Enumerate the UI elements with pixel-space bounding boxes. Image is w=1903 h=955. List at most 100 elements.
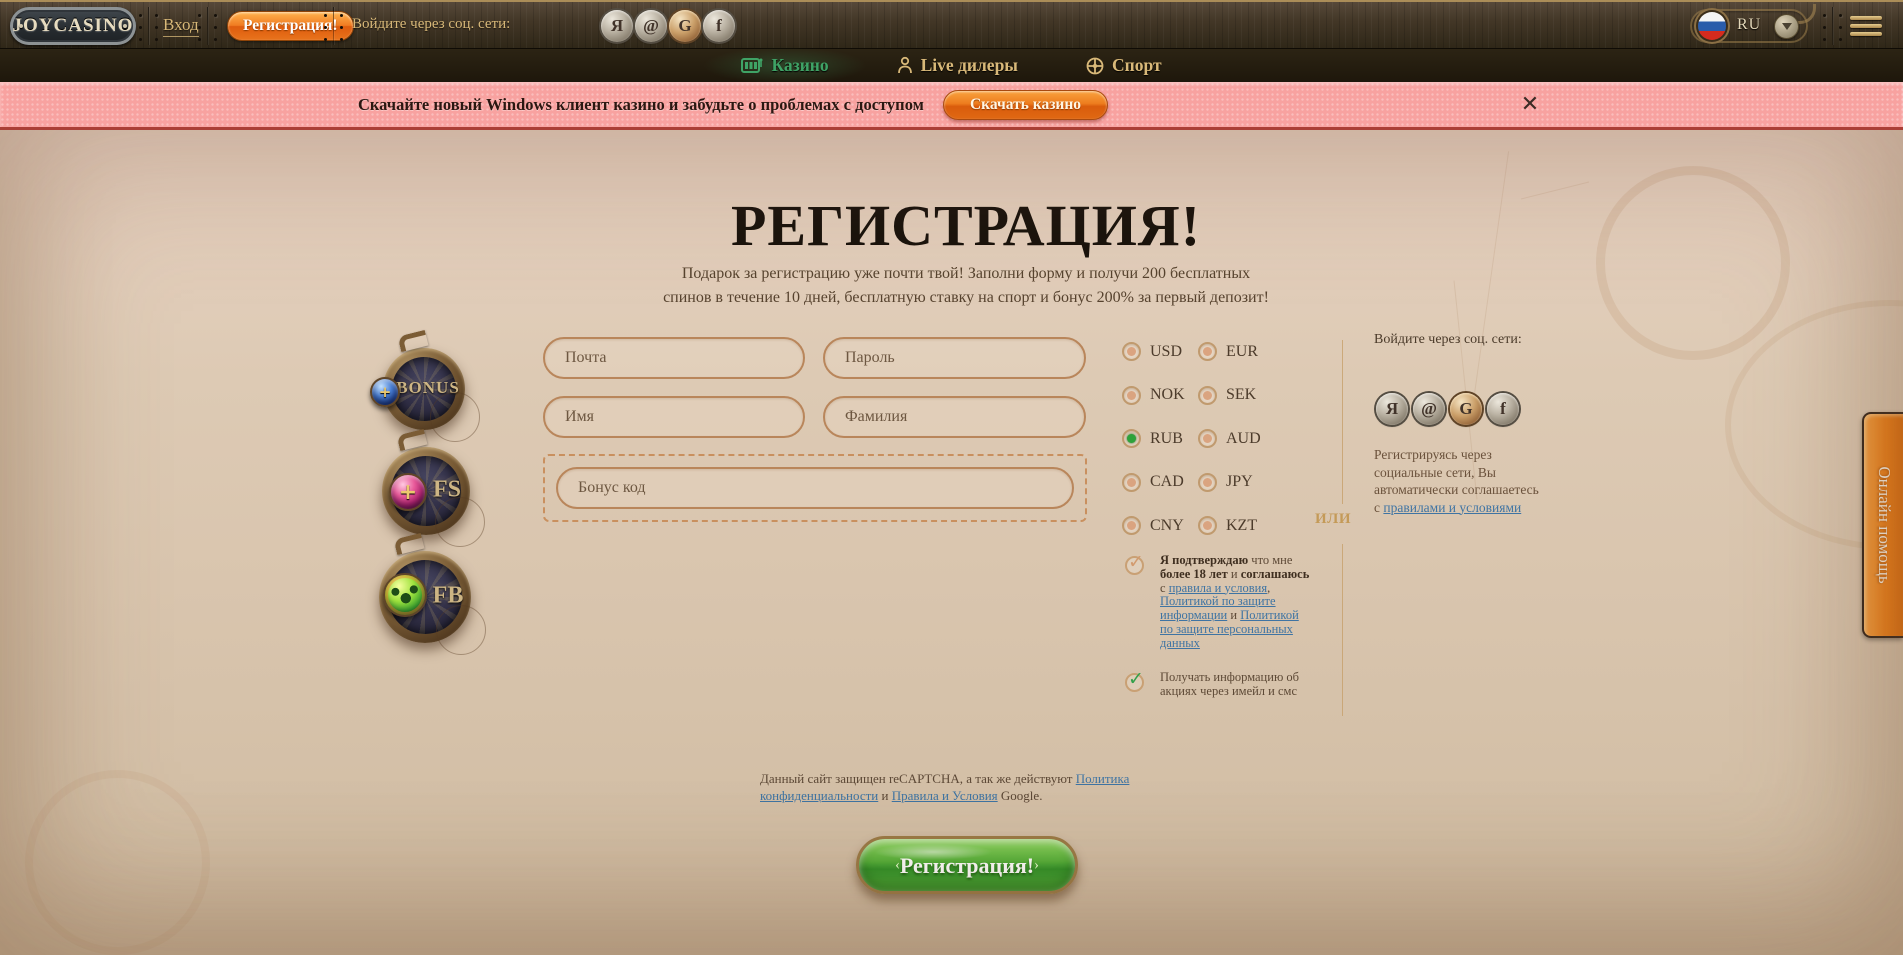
age-terms-text: Я подтверждаю что мне более 18 лет и сог… (1160, 554, 1310, 651)
currency-jpy[interactable]: JPY (1198, 473, 1282, 492)
radio-icon (1122, 342, 1141, 361)
subtitle: Подарок за регистрацию уже почти твой! З… (526, 262, 1406, 310)
sketch-line-decoration (1521, 182, 1589, 200)
joycasino-logo[interactable]: JOYCASINO (10, 7, 136, 45)
language-dropdown-arrow[interactable] (1774, 14, 1799, 39)
social-login-heading: Войдите через соц. сети: (1374, 331, 1524, 349)
radio-icon (1198, 473, 1217, 492)
logo-text: JOYCASINO (13, 15, 134, 37)
or-label: ИЛИ (1315, 511, 1351, 528)
language-code: RU (1737, 16, 1761, 34)
currency-kzt[interactable]: KZT (1198, 516, 1282, 535)
radio-icon (1122, 473, 1141, 492)
radio-icon (1198, 516, 1217, 535)
hamburger-menu-icon[interactable] (1850, 16, 1882, 40)
google-icon[interactable]: G (669, 10, 701, 42)
social-login-label: Войдите через соц. сети: (352, 16, 510, 33)
bonus-code-field[interactable] (556, 467, 1074, 509)
tab-live-dealers[interactable]: Live дилеры (887, 55, 1028, 76)
joycasino-registration-page: JOYCASINO Вход Регистрация! Войдите чере… (0, 0, 1903, 955)
radio-icon (1198, 429, 1217, 448)
topbar-divider (1832, 7, 1833, 45)
registration-section: РЕГИСТРАЦИЯ! Подарок за регистрацию уже … (0, 130, 1903, 955)
currency-eur[interactable]: EUR (1198, 342, 1282, 361)
password-field[interactable] (823, 337, 1086, 379)
radio-icon (1122, 516, 1141, 535)
age-terms-checkbox-row: ✓ Я подтверждаю что мне более 18 лет и с… (1120, 554, 1312, 651)
google-icon[interactable]: G (1450, 393, 1482, 425)
russian-flag-icon (1698, 12, 1726, 40)
facebook-icon[interactable]: f (703, 10, 735, 42)
radio-icon (1122, 386, 1141, 405)
bonus-badge: BONUS + (383, 348, 465, 430)
mail-ru-icon[interactable]: @ (635, 10, 667, 42)
brass-arm-decoration (397, 330, 428, 352)
coffee-stain-decoration (25, 770, 210, 955)
topbar-divider (207, 7, 208, 45)
brass-arm-decoration (393, 533, 424, 555)
last-name-field[interactable] (823, 396, 1086, 438)
coffee-stain-decoration (1596, 166, 1790, 360)
slot-machine-icon (741, 57, 763, 75)
social-login-buttons: Я @ G f (1376, 393, 1519, 425)
promo-optin-checkbox-row: ✓ Получать информацию об акциях через им… (1120, 671, 1312, 699)
yandex-icon[interactable]: Я (601, 10, 633, 42)
banner-text: Скачайте новый Windows клиент казино и з… (358, 82, 924, 127)
sketch-line-decoration (1472, 151, 1509, 409)
right-arrow-icon: › (1034, 839, 1039, 891)
topbar-divider (333, 7, 334, 45)
vertical-divider (1342, 340, 1343, 504)
main-nav: Казино Live дилеры Спорт (0, 48, 1903, 82)
close-icon[interactable]: ✕ (1516, 91, 1544, 119)
login-link[interactable]: Вход (163, 15, 199, 37)
online-help-tab[interactable]: Онлайн помощь (1862, 412, 1903, 638)
first-name-field[interactable] (543, 396, 805, 438)
vertical-divider (1342, 544, 1343, 716)
currency-aud[interactable]: AUD (1198, 429, 1282, 448)
download-client-banner: Скачайте новый Windows клиент казино и з… (0, 82, 1903, 130)
brass-arm-decoration (396, 429, 427, 451)
sport-wheel-icon (1086, 57, 1104, 75)
check-icon: ✓ (1128, 668, 1144, 690)
checkbox[interactable]: ✓ (1125, 673, 1144, 692)
terms-link[interactable]: правила и условия (1169, 581, 1267, 595)
social-terms-link[interactable]: правилами и условиями (1383, 500, 1521, 515)
currency-nok[interactable]: NOK (1122, 386, 1198, 405)
download-casino-button[interactable]: Скачать казино (943, 90, 1108, 120)
google-terms-link[interactable]: Правила и Условия (892, 788, 998, 803)
currency-sek[interactable]: SEK (1198, 386, 1282, 405)
radio-selected-icon (1122, 429, 1141, 448)
rivet-icon (19, 24, 23, 28)
tab-sport[interactable]: Спорт (1076, 55, 1172, 76)
top-bar: JOYCASINO Вход Регистрация! Войдите чере… (0, 0, 1903, 48)
currency-cny[interactable]: CNY (1122, 516, 1198, 535)
currency-selector: USD EUR NOK SEK RUB AUD CAD JPY CNY KZT (1122, 330, 1282, 548)
chevron-down-icon (1782, 23, 1792, 30)
page-title: РЕГИСТРАЦИЯ! (566, 192, 1366, 259)
social-login-note: Регистрируясь через социальные сети, Вы … (1374, 446, 1546, 516)
freespins-orb-icon: + (389, 473, 427, 511)
currency-cad[interactable]: CAD (1122, 473, 1198, 492)
topbar-divider (148, 7, 149, 45)
radio-icon (1198, 342, 1217, 361)
dealer-person-icon (897, 56, 913, 75)
submit-registration-button[interactable]: ‹ Регистрация! › (856, 836, 1078, 894)
checkbox[interactable]: ✓ (1125, 556, 1144, 575)
football-orb-icon (383, 573, 427, 617)
rivet-icon (123, 24, 127, 28)
register-button[interactable]: Регистрация! (227, 11, 354, 41)
freespins-badge: FS + (382, 447, 470, 535)
radio-icon (1198, 386, 1217, 405)
bonus-orb-icon: + (370, 377, 400, 407)
promo-optin-text: Получать информацию об акциях через имей… (1160, 671, 1310, 699)
recaptcha-notice: Данный сайт защищен reCAPTCHA, а так же … (760, 771, 1144, 804)
mail-ru-icon[interactable]: @ (1413, 393, 1445, 425)
yandex-icon[interactable]: Я (1376, 393, 1408, 425)
currency-usd[interactable]: USD (1122, 342, 1198, 361)
email-field[interactable] (543, 337, 805, 379)
currency-rub[interactable]: RUB (1122, 429, 1198, 448)
facebook-icon[interactable]: f (1487, 393, 1519, 425)
freebet-badge: FB (379, 551, 471, 643)
check-icon: ✓ (1128, 551, 1144, 573)
tab-casino[interactable]: Казино (731, 55, 838, 76)
